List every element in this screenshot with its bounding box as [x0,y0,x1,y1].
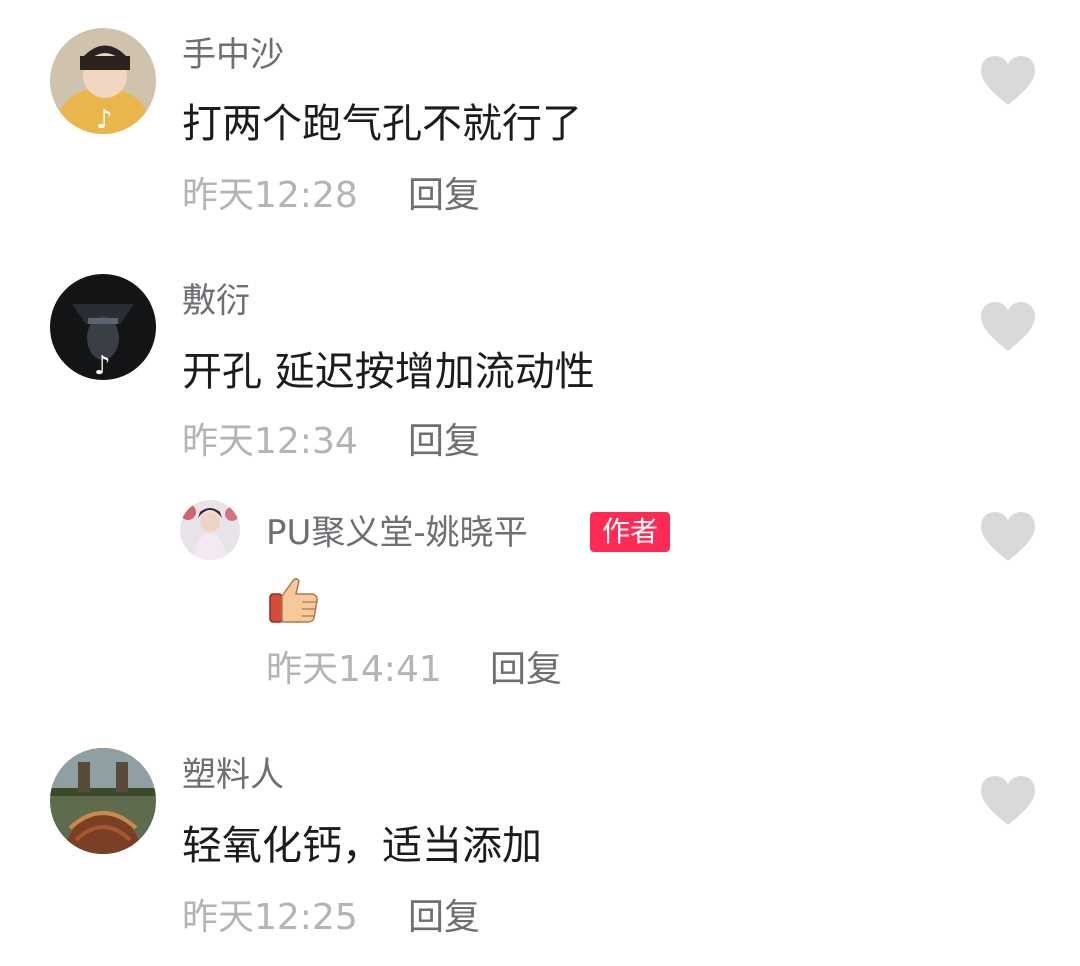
reply-button[interactable]: 回复 [490,652,562,688]
reply-item: PU聚义堂-姚晓平 作者 昨天14:41 回复 [0,490,1080,690]
like-button[interactable] [980,56,1036,106]
comment-username[interactable]: 手中沙 [182,38,284,72]
tiktok-logo-icon: ♪ [96,105,113,134]
comment-username[interactable]: 塑料人 [182,758,284,792]
avatar[interactable]: ♪ [50,274,156,380]
comment-item: 塑料人 轻氧化钙，适当添加 昨天12:25 回复 [0,720,1080,966]
heart-icon [981,302,1035,351]
heart-icon [981,776,1035,825]
comment-username[interactable]: 敷衍 [182,284,250,318]
comment-time: 昨天12:34 [182,421,358,462]
comment-text: 开孔 延迟按增加流动性 [182,349,595,395]
avatar[interactable] [50,748,156,854]
avatar[interactable]: ♪ [50,28,156,134]
like-button[interactable] [980,302,1036,352]
reply-button[interactable]: 回复 [408,424,480,460]
comment-time: 昨天12:25 [182,897,358,938]
reply-username[interactable]: PU聚义堂-姚晓平 [266,516,528,550]
reply-button[interactable]: 回复 [408,900,480,936]
thumbs-up-icon [269,578,318,623]
heart-icon [981,56,1035,105]
comment-item: ♪ 手中沙 打两个跑气孔不就行了 昨天12:28 回复 [0,0,1080,240]
comment-time: 昨天12:28 [182,175,358,216]
like-button[interactable] [980,776,1036,826]
avatar[interactable] [180,500,240,560]
author-badge: 作者 [590,512,671,552]
reply-time: 昨天14:41 [266,649,442,690]
comment-text: 轻氧化钙，适当添加 [182,823,542,869]
like-button[interactable] [980,512,1036,562]
reply-button[interactable]: 回复 [408,178,480,214]
comment-text: 打两个跑气孔不就行了 [182,101,582,147]
comment-item: ♪ 敷衍 开孔 延迟按增加流动性 昨天12:34 回复 PU聚义堂-姚晓平 作者 [0,240,1080,720]
heart-icon [981,512,1035,561]
tiktok-logo-icon: ♪ [94,351,111,380]
thumbs-up-emoji [268,574,320,626]
